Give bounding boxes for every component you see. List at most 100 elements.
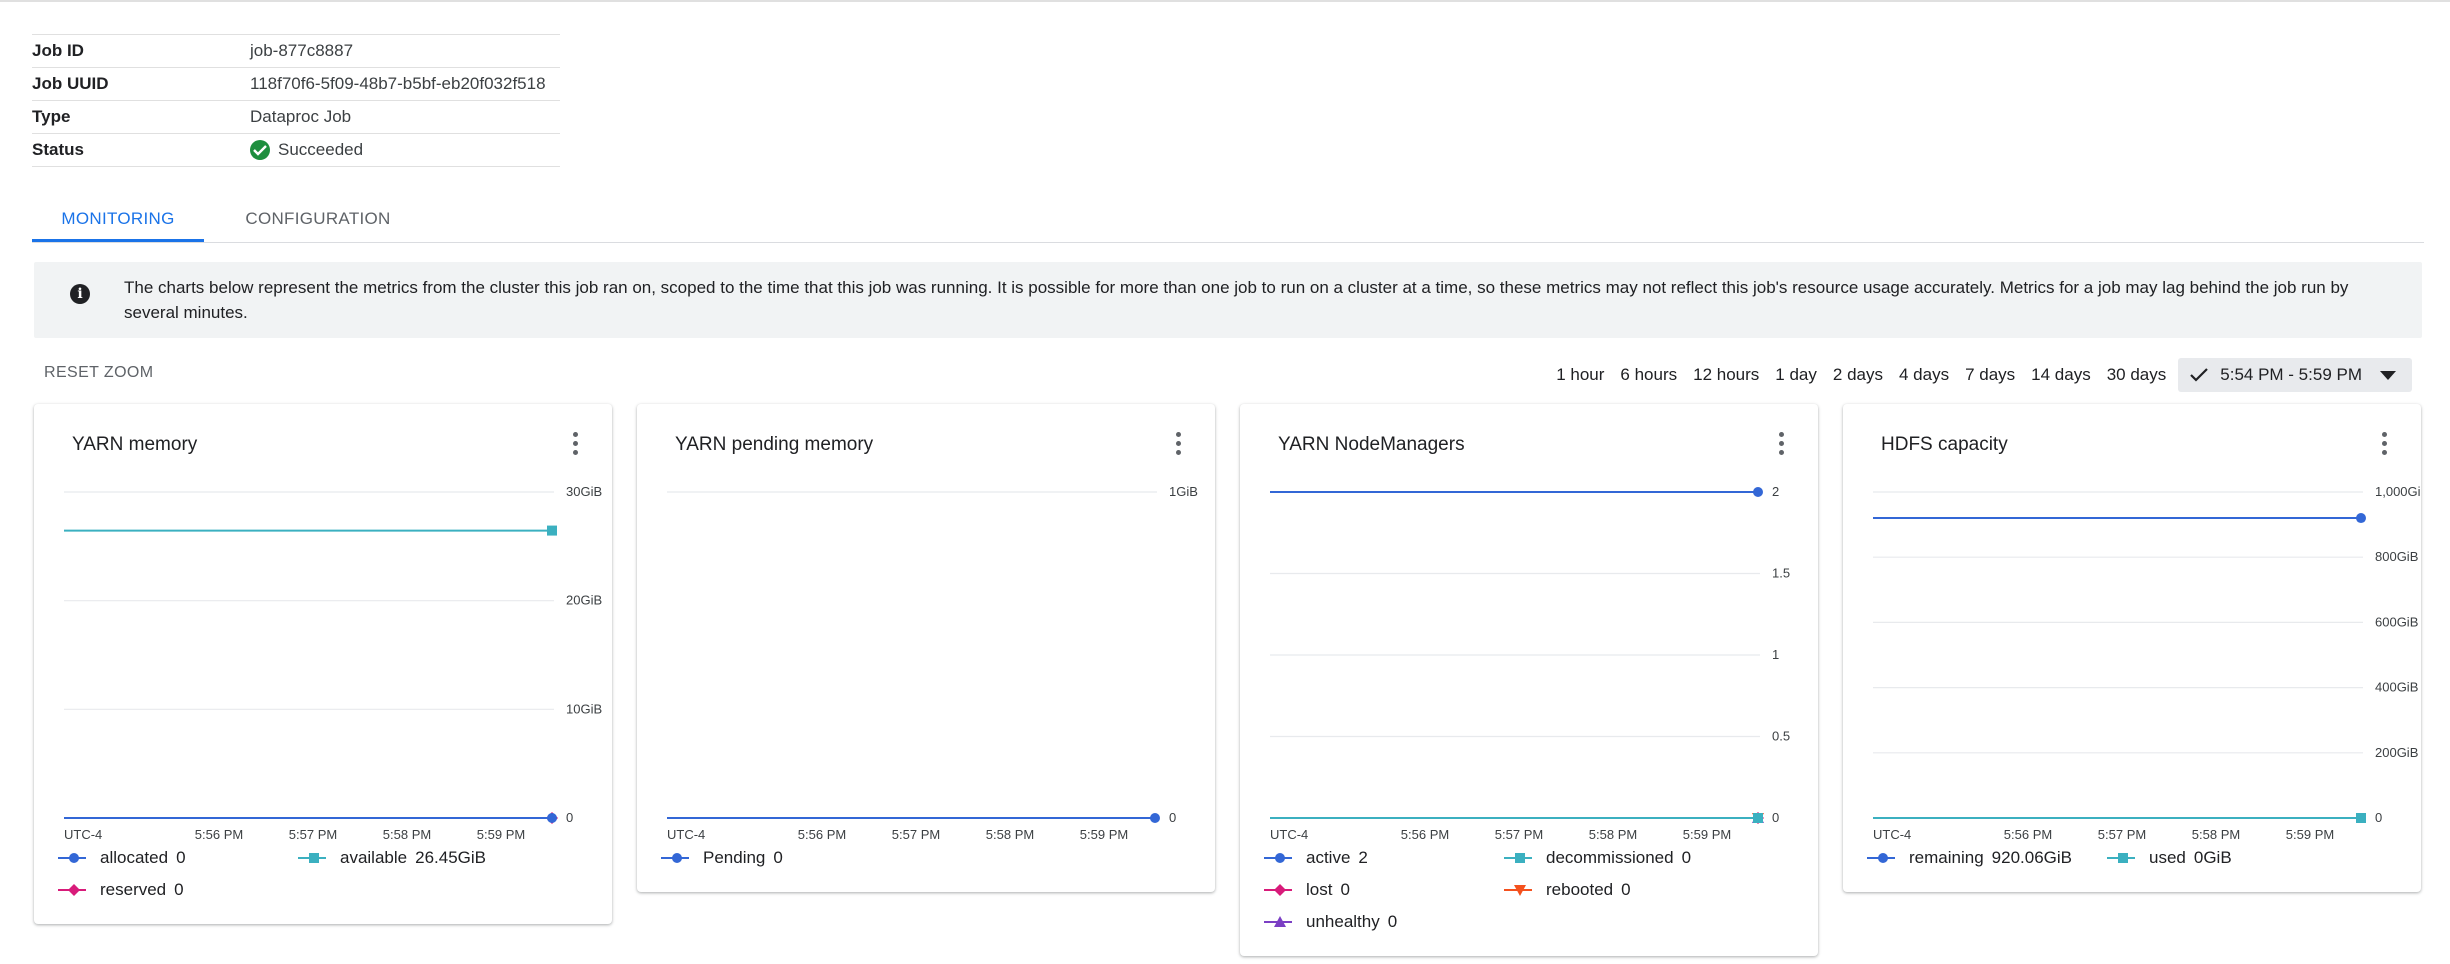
y-tick-label: 400GiB xyxy=(2375,680,2418,695)
y-tick-label: 1GiB xyxy=(1169,484,1198,499)
job-type-label: Type xyxy=(32,107,71,126)
tab-bar: MONITORING CONFIGURATION xyxy=(32,196,2424,243)
x-tick-label: 5:56 PM xyxy=(1401,827,1449,842)
timezone-label: UTC-4 xyxy=(1270,827,1308,842)
legend-item-remaining[interactable]: remaining 920.06GiB xyxy=(1867,848,2072,868)
chart-plot[interactable]: 0 0.5 1 1.5 2 UTC-4 5:56 PM 5:57 PM 5:58 PM 5:59 … xyxy=(1240,404,1818,956)
chart-plot[interactable]: 0 200GiB 400GiB 600GiB 800GiB 1,000GiB UTC-4 5:… xyxy=(1843,404,2421,892)
range-1-hour[interactable]: 1 hour xyxy=(1548,358,1612,392)
x-tick-label: 5:58 PM xyxy=(986,827,1034,842)
series-endpoint-decommissioned xyxy=(1753,813,1763,823)
legend-label: decommissioned xyxy=(1546,848,1674,867)
legend-swatch xyxy=(1504,885,1532,896)
legend-swatch xyxy=(1264,884,1292,896)
legend-value: 0GiB xyxy=(2193,848,2232,867)
legend-item-rebooted[interactable]: rebooted 0 xyxy=(1504,880,1631,900)
y-tick-label: 1.5 xyxy=(1772,566,1790,581)
chart-card-yarn-nodemanagers: YARN NodeManagers 0 0.5 1 1.5 2 UTC-4 5:56 PM 5… xyxy=(1240,404,1818,956)
job-status-label: Status xyxy=(32,140,84,159)
timezone-label: UTC-4 xyxy=(64,827,102,842)
job-info-row: Status Succeeded xyxy=(32,133,560,167)
tab-monitoring[interactable]: MONITORING xyxy=(32,196,204,242)
range-14-days[interactable]: 14 days xyxy=(2023,358,2099,392)
legend-value: 26.45GiB xyxy=(415,848,486,867)
legend-marker xyxy=(672,853,682,863)
x-tick-label: 5:57 PM xyxy=(892,827,940,842)
legend-value: 0 xyxy=(1621,880,1631,899)
legend-value: 920.06GiB xyxy=(1991,848,2072,867)
y-tick-label: 10GiB xyxy=(566,701,602,716)
y-tick-label: 200GiB xyxy=(2375,745,2418,760)
info-icon: i xyxy=(70,284,90,304)
chart-card-hdfs-capacity: HDFS capacity 0 200GiB 400GiB 600GiB 800GiB 1… xyxy=(1843,404,2421,892)
job-status-value: Succeeded xyxy=(250,140,363,160)
range-4-days[interactable]: 4 days xyxy=(1891,358,1957,392)
chart-plot[interactable]: 0 10GiB 20GiB 30GiB UTC-4 5:56 PM 5:57 PM 5:58 … xyxy=(34,404,612,924)
checkmark-icon xyxy=(2190,368,2209,382)
legend-item-allocated[interactable]: allocated 0 xyxy=(58,848,186,868)
x-tick-label: 5:59 PM xyxy=(477,827,525,842)
legend-value: 2 xyxy=(1358,848,1368,867)
banner-text: The charts below represent the metrics f… xyxy=(124,278,2349,322)
legend-value: 0 xyxy=(1387,912,1398,931)
legend-value: 0 xyxy=(174,880,184,899)
legend-swatch xyxy=(1867,853,1895,863)
legend-label: lost xyxy=(1306,880,1333,899)
chevron-down-icon xyxy=(2380,370,2396,380)
legend-label: available xyxy=(340,848,408,867)
time-range-selector: 1 hour 6 hours 12 hours 1 day 2 days 4 d… xyxy=(1548,358,2412,392)
legend-item-active[interactable]: active 2 xyxy=(1264,848,1368,868)
legend-marker xyxy=(1274,884,1286,896)
status-text: Succeeded xyxy=(278,140,364,159)
legend-item-reserved[interactable]: reserved 0 xyxy=(58,880,184,900)
legend-label: unhealthy xyxy=(1306,912,1380,931)
x-tick-label: 5:58 PM xyxy=(383,827,431,842)
job-info-row: Type Dataproc Job xyxy=(32,100,560,133)
legend-swatch xyxy=(661,853,689,863)
legend-swatch xyxy=(1264,853,1292,863)
range-12-hours[interactable]: 12 hours xyxy=(1685,358,1767,392)
y-tick-label: 1 xyxy=(1772,647,1779,662)
legend-item-available[interactable]: available 26.45GiB xyxy=(298,848,486,868)
x-tick-label: 5:58 PM xyxy=(1589,827,1637,842)
x-tick-label: 5:59 PM xyxy=(2286,827,2334,842)
legend-marker xyxy=(68,884,80,896)
x-tick-label: 5:57 PM xyxy=(2098,827,2146,842)
legend-item-used[interactable]: used 0GiB xyxy=(2107,848,2232,868)
legend-swatch xyxy=(2107,853,2135,863)
range-1-day[interactable]: 1 day xyxy=(1767,358,1825,392)
y-tick-label: 30GiB xyxy=(566,484,602,499)
chart-plot[interactable]: 0 1GiB UTC-4 5:56 PM 5:57 PM 5:58 PM 5:59 PM xyxy=(637,404,1215,892)
legend-item-Pending[interactable]: Pending 0 xyxy=(661,848,783,868)
legend-item-lost[interactable]: lost 0 xyxy=(1264,880,1350,900)
range-6-hours[interactable]: 6 hours xyxy=(1612,358,1685,392)
legend-value: 0 xyxy=(1340,880,1350,899)
series-endpoint-available xyxy=(547,525,557,536)
legend-label: rebooted xyxy=(1546,880,1614,899)
reset-zoom-button[interactable]: RESET ZOOM xyxy=(44,364,154,382)
legend-marker xyxy=(1275,853,1285,863)
series-endpoint-allocated xyxy=(547,813,557,823)
x-tick-label: 5:58 PM xyxy=(2192,827,2240,842)
tab-configuration[interactable]: CONFIGURATION xyxy=(236,196,400,242)
job-id-value: job-877c8887 xyxy=(250,41,354,60)
y-tick-label: 2 xyxy=(1772,484,1779,499)
y-tick-label: 0 xyxy=(2375,810,2382,825)
series-endpoint-remaining xyxy=(2356,513,2366,524)
x-tick-label: 5:59 PM xyxy=(1683,827,1731,842)
x-tick-label: 5:57 PM xyxy=(289,827,337,842)
legend-marker xyxy=(69,853,79,863)
range-7-days[interactable]: 7 days xyxy=(1957,358,2023,392)
job-uuid-value: 118f70f6-5f09-48b7-b5bf-eb20f032f518 xyxy=(250,74,546,93)
job-uuid-label: Job UUID xyxy=(32,74,109,93)
range-30-days[interactable]: 30 days xyxy=(2099,358,2175,392)
legend-item-unhealthy[interactable]: unhealthy 0 xyxy=(1264,912,1397,932)
legend-swatch xyxy=(1504,853,1532,863)
legend-marker xyxy=(2118,853,2128,863)
legend-label: remaining xyxy=(1909,848,1984,867)
custom-range-dropdown[interactable]: 5:54 PM - 5:59 PM xyxy=(2178,358,2412,392)
legend-swatch xyxy=(58,884,86,896)
legend-marker xyxy=(309,853,319,863)
legend-item-decommissioned[interactable]: decommissioned 0 xyxy=(1504,848,1691,868)
range-2-days[interactable]: 2 days xyxy=(1825,358,1891,392)
